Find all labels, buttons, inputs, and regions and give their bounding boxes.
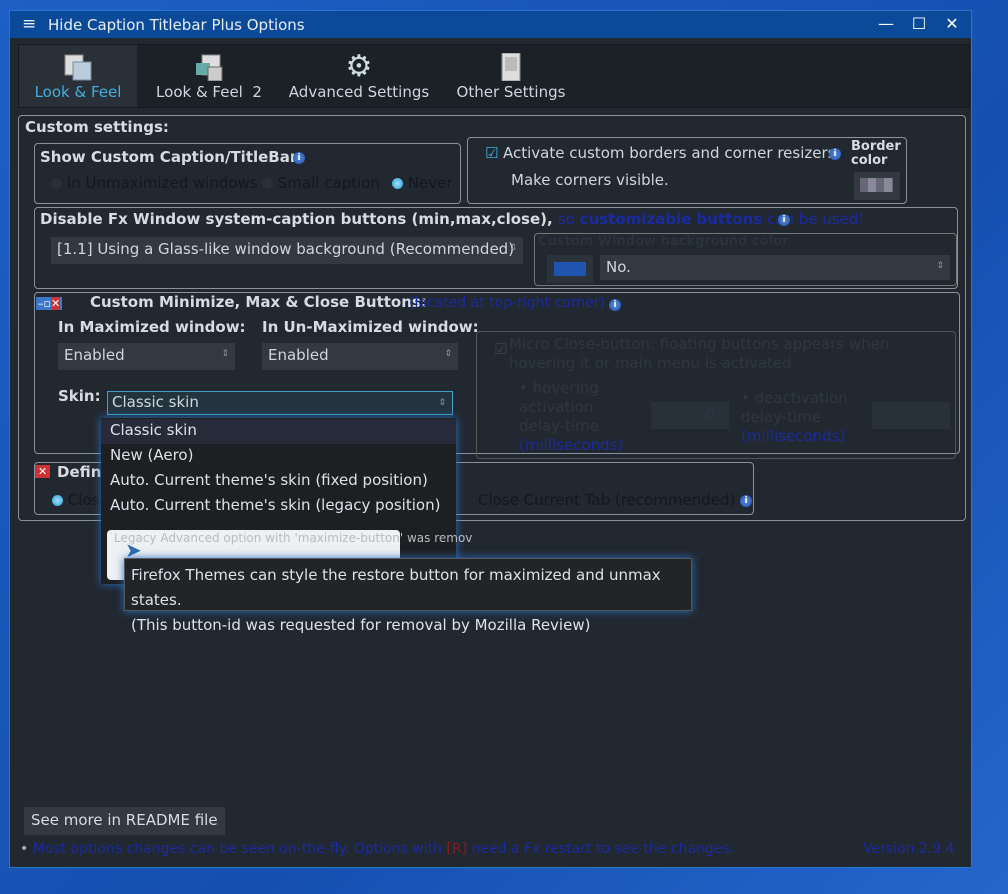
bg-color-select[interactable]: No. ⇕ xyxy=(600,255,950,280)
gear-icon: ⚙ xyxy=(345,49,373,84)
tab-label: Look & Feel 2 xyxy=(156,83,262,101)
border-color-label: Border color xyxy=(851,139,901,168)
switch-icon xyxy=(501,53,521,81)
tooltip-line-2: (This button-id was requested for remova… xyxy=(131,616,591,634)
tooltip: Firefox Themes can style the restore but… xyxy=(124,558,692,634)
deact-delay-label: • deactivation delay-time (milliseconds) xyxy=(741,389,848,445)
make-corners-visible-checkbox[interactable]: Make corners visible. xyxy=(511,171,669,189)
custom-buttons-note: (located at top-right corner) xyxy=(409,295,605,311)
readme-button[interactable]: See more in README file xyxy=(24,807,225,835)
dropdown-option[interactable]: Auto. Current theme's skin (fixed positi… xyxy=(101,469,456,494)
windows-icon xyxy=(64,54,92,81)
bg-color-picker[interactable] xyxy=(547,255,593,283)
hover-delay-label: • hovering activation delay-time (millise… xyxy=(519,379,624,454)
unmax-window-select[interactable]: Enabled ⇕ xyxy=(262,343,458,370)
window-buttons-icon: –▫✕ xyxy=(36,297,63,310)
radio-close-current-tab[interactable]: Close Current Tab (recommended) i xyxy=(478,491,753,509)
tab-label: Other Settings xyxy=(456,83,566,101)
max-window-label: In Maximized window: xyxy=(58,318,246,336)
disable-fx-label: Disable Fx Window system-caption buttons… xyxy=(40,210,865,228)
radio-small-caption[interactable]: Small caption xyxy=(262,174,380,192)
minimize-button[interactable]: — xyxy=(874,14,898,34)
tab-label: Look & Feel xyxy=(34,83,122,101)
bg-color-group: Custom Window background color No. ⇕ xyxy=(534,233,957,286)
dropdown-option[interactable]: New (Aero) xyxy=(101,444,456,469)
border-color-picker[interactable] xyxy=(854,172,900,200)
close-button[interactable]: ✕ xyxy=(940,14,964,34)
info-icon[interactable]: i xyxy=(293,152,305,164)
dropdown-option[interactable]: Classic skin xyxy=(101,419,456,444)
tab-look-feel-2[interactable]: Look & Feel 2 xyxy=(147,45,271,107)
bg-color-label: Custom Window background color xyxy=(538,234,789,249)
custom-buttons-label: Custom Minimize, Max & Close Buttons: xyxy=(90,293,427,311)
close-icon: ✕ xyxy=(35,465,51,478)
radio-unmaximized[interactable]: In Unmaximized windows xyxy=(51,174,258,192)
micro-close-group: ☑ Micro Close-button: floating buttons a… xyxy=(476,331,956,459)
show-caption-group: Show Custom Caption/TitleBar: i In Unmax… xyxy=(34,143,461,204)
tooltip-line-1: Firefox Themes can style the restore but… xyxy=(131,566,661,609)
micro-close-checkbox[interactable]: ☑ xyxy=(494,340,507,358)
title-bar: ≡ Hide Caption Titlebar Plus Options — ☐… xyxy=(10,11,971,38)
disable-fx-select[interactable]: [1.1] Using a Glass-like window backgrou… xyxy=(51,237,523,264)
disable-fx-group: Disable Fx Window system-caption buttons… xyxy=(34,207,958,289)
max-window-select[interactable]: Enabled ⇕ xyxy=(58,343,235,370)
custom-settings-heading: Custom settings: xyxy=(25,118,169,136)
borders-group: ☑ Activate custom borders and corner res… xyxy=(467,137,907,204)
unmax-window-label: In Un-Maximized window: xyxy=(262,318,479,336)
radio-never[interactable]: Never xyxy=(392,174,453,192)
show-caption-label: Show Custom Caption/TitleBar: xyxy=(40,148,304,166)
footer-note: • Most options changes can be seen on-th… xyxy=(20,841,735,857)
page-icon xyxy=(196,54,223,81)
tab-look-feel[interactable]: Look & Feel xyxy=(19,45,137,107)
tab-label: Advanced Settings xyxy=(288,83,430,101)
version-label: Version 2.9.4 xyxy=(863,841,955,857)
activate-borders-label: Activate custom borders and corner resiz… xyxy=(503,144,836,162)
info-icon[interactable]: i xyxy=(609,299,621,311)
skin-label: Skin: xyxy=(58,387,101,405)
activate-borders-checkbox[interactable]: ☑ xyxy=(485,144,498,162)
deact-delay-input[interactable] xyxy=(872,402,950,429)
legacy-note: Legacy Advanced option with 'maximize-bu… xyxy=(114,531,473,545)
tab-advanced-settings[interactable]: ⚙ Advanced Settings xyxy=(283,45,435,107)
skin-select[interactable]: Classic skin ⇕ xyxy=(107,391,453,415)
window-title: Hide Caption Titlebar Plus Options xyxy=(48,16,305,34)
info-icon[interactable]: i xyxy=(778,214,790,226)
menu-icon[interactable]: ≡ xyxy=(22,14,36,34)
tab-bar: Look & Feel Look & Feel 2 ⚙ Advanced Set… xyxy=(18,44,970,108)
info-icon[interactable]: i xyxy=(829,148,841,160)
hover-delay-input[interactable]: 0 xyxy=(651,402,729,429)
maximize-button[interactable]: ☐ xyxy=(907,14,931,34)
dropdown-option[interactable]: Auto. Current theme's skin (legacy posit… xyxy=(101,494,456,519)
micro-close-label: Micro Close-button: floating buttons app… xyxy=(509,335,890,372)
tab-other-settings[interactable]: Other Settings xyxy=(449,45,573,107)
